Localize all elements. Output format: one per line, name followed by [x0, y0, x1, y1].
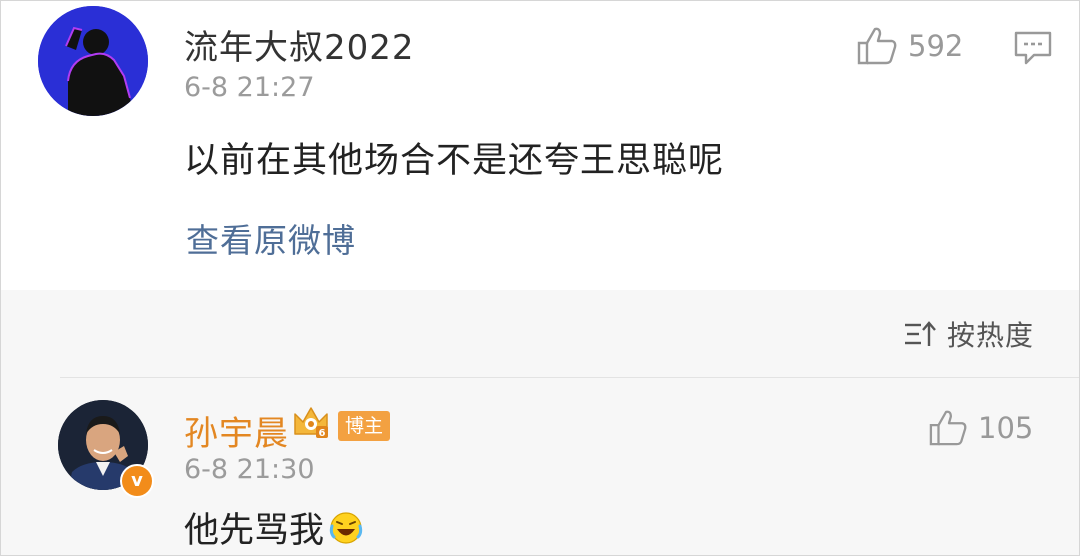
divider [60, 377, 1080, 378]
sort-label: 按热度 [947, 319, 1035, 352]
comment-timestamp: 6-8 21:27 [184, 72, 315, 103]
like-count: 592 [908, 29, 964, 63]
like-button[interactable]: 592 [856, 26, 963, 66]
user-avatar-image [38, 6, 148, 116]
comment-author-name[interactable]: 流年大叔2022 [184, 20, 415, 69]
reply-button[interactable] [1014, 30, 1052, 66]
thumbs-up-icon [857, 27, 897, 65]
verified-badge: v [120, 464, 154, 498]
sort-by-hot-button[interactable]: 按热度 [903, 314, 1034, 354]
comment-text: 他先骂我 [184, 511, 325, 551]
comment-icon [1014, 31, 1052, 65]
svg-text:6: 6 [319, 428, 326, 439]
crown-icon: 6 [294, 407, 328, 439]
avatar[interactable] [38, 6, 148, 116]
view-original-post-link[interactable]: 查看原微博 [186, 214, 356, 262]
sort-icon [905, 321, 936, 346]
author-badge: 博主 [338, 411, 391, 441]
like-button[interactable]: 105 [928, 408, 1033, 448]
comment-text: 以前在其他场合不是还夸王思聪呢 [184, 141, 725, 181]
comment-text-row: 他先骂我 [184, 502, 364, 553]
thumbs-up-icon [929, 410, 967, 446]
comment-author-name[interactable]: 孙宇晨 [184, 406, 289, 455]
like-count: 105 [978, 411, 1034, 445]
comment-timestamp: 6-8 21:30 [184, 454, 315, 485]
laughing-emoji-icon [329, 511, 363, 544]
